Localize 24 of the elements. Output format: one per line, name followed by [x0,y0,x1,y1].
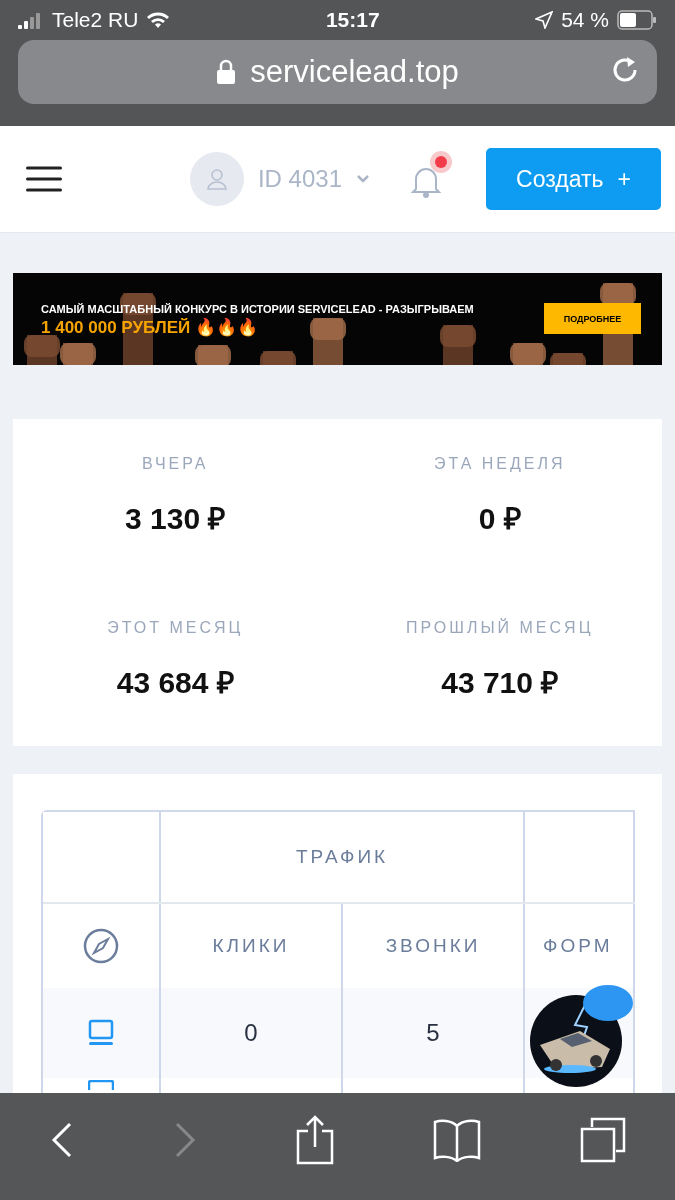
column-group-header: ТРАФИК [295,846,389,868]
battery-percent: 54 % [561,8,609,32]
column-header: КЛИКИ [212,935,290,957]
user-id[interactable]: ID 4031 [257,165,342,193]
stat-label: ЭТОТ МЕСЯЦ [107,619,244,637]
more-button[interactable]: ПОДРОБНЕЕ [544,303,641,334]
stat-value: 43 710 ₽ [441,665,559,701]
table-cell: 5 [426,1019,440,1047]
column-header: ФОРМ [543,935,613,957]
stat-label: ЭТА НЕДЕЛЯ [433,455,566,473]
carrier-name: Tele2 RU [52,8,139,32]
create-button[interactable]: Создать + [486,148,661,210]
address-bar[interactable]: servicelead.top [18,40,657,104]
banner-headline: САМЫЙ МАСШТАБНЫЙ КОНКУРС В ИСТОРИИ SERVICELEAD - РАЗЫГРЫВАЕМ [41,303,474,315]
table-cell: 0 [244,1019,258,1047]
clock-time: 15:17 [325,8,380,32]
stat-value: 0 ₽ [478,501,521,537]
url-text: servicelead.top [250,54,459,90]
banner-prize: 1 400 000 РУБЛЕЙ 🔥🔥🔥 [41,317,260,338]
stat-value: 3 130 ₽ [125,501,226,537]
stat-label: ВЧЕРА [141,455,209,473]
stat-value: 43 684 ₽ [116,665,234,701]
column-header: ЗВОНКИ [385,935,481,957]
stat-label: ПРОШЛЫЙ МЕСЯЦ [406,619,594,637]
